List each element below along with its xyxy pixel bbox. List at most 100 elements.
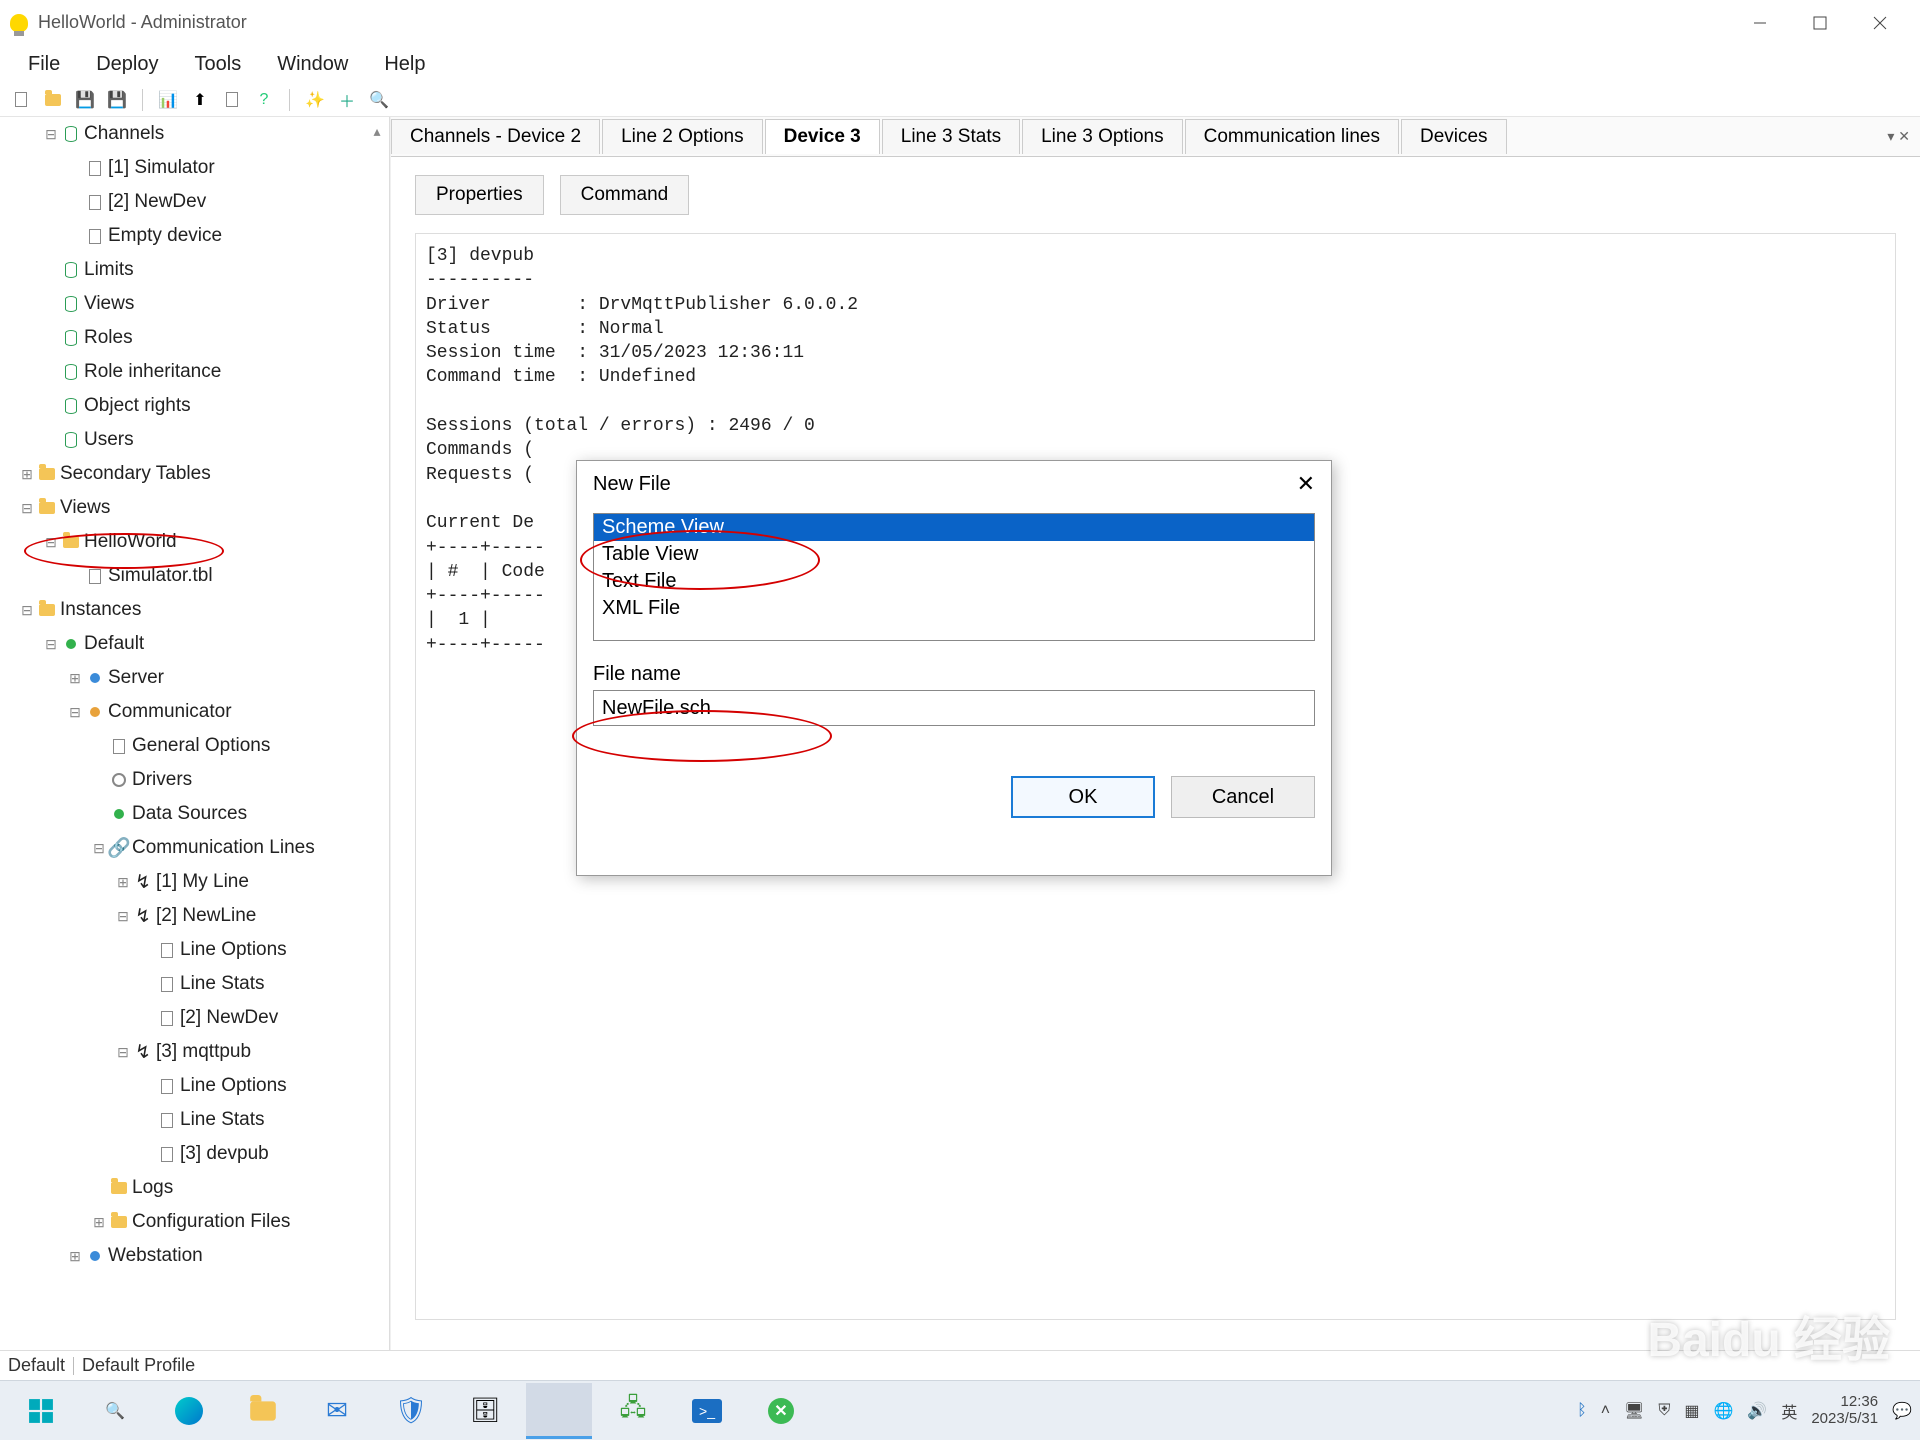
tree-line-3[interactable]: ⊟↯[3] mqttpub [116,1037,389,1067]
tray-chevron-icon[interactable]: ˄ [1601,1402,1610,1420]
tree-views-node[interactable]: Views [44,289,389,319]
tree-line-3-stats[interactable]: Line Stats [140,1105,389,1135]
tab-line3-options[interactable]: Line 3 Options [1022,119,1183,154]
tree-helloworld[interactable]: ⊟HelloWorld [44,527,389,557]
tree-secondary-tables[interactable]: ⊞Secondary Tables [20,459,389,489]
tree-default[interactable]: ⊟Default [44,629,389,659]
tree-scroll-up[interactable] [365,123,389,147]
search-icon[interactable]: 🔍 [368,89,390,111]
save-all-icon[interactable]: 💾 [106,89,128,111]
tab-overflow-icon[interactable]: ▾ ✕ [1877,128,1920,145]
page-icon[interactable] [221,89,243,111]
command-button[interactable]: Command [560,175,690,215]
taskbar-explorer[interactable] [230,1383,296,1439]
wizard-icon[interactable]: ✨ [304,89,326,111]
taskbar-powershell[interactable]: >_ [674,1383,740,1439]
menu-help[interactable]: Help [366,49,443,80]
menu-deploy[interactable]: Deploy [78,49,176,80]
tab-line3-stats[interactable]: Line 3 Stats [882,119,1020,154]
cancel-button[interactable]: Cancel [1171,776,1315,818]
tab-device3[interactable]: Device 3 [765,119,880,154]
close-button[interactable] [1850,3,1910,43]
tree-line-3-dev[interactable]: [3] devpub [140,1139,389,1169]
tree-general-options[interactable]: General Options [92,731,389,761]
file-name-input[interactable] [593,690,1315,726]
option-scheme-view[interactable]: Scheme View [594,514,1314,541]
taskbar-edge[interactable] [156,1383,222,1439]
taskbar-security[interactable]: 🛡 [378,1383,444,1439]
tree-users[interactable]: Users [44,425,389,455]
tree-webstation[interactable]: ⊞Webstation [68,1241,389,1271]
tree-limits[interactable]: Limits [44,255,389,285]
tray-vm-icon[interactable]: ▦ [1684,1401,1699,1421]
tree-views[interactable]: ⊟Views [20,493,389,523]
tree-line-2-options[interactable]: Line Options [140,935,389,965]
tab-comm-lines[interactable]: Communication lines [1185,119,1399,154]
taskbar-clock[interactable]: 12:36 2023/5/31 [1811,1394,1878,1427]
tree-simulator-tbl[interactable]: Simulator.tbl [68,561,389,591]
tree-server[interactable]: ⊞Server [68,663,389,693]
tree-config-files[interactable]: ⊞Configuration Files [92,1207,389,1237]
search-button[interactable]: 🔍 [82,1383,148,1439]
project-tree[interactable]: ⊟Channels [1] Simulator [2] NewDev Empty… [0,117,390,1350]
save-icon[interactable]: 💾 [74,89,96,111]
tree-channel-empty[interactable]: Empty device [68,221,389,251]
dialog-close-icon[interactable]: ✕ [1297,471,1315,497]
tray-shield-icon[interactable]: ⛨ [1658,1402,1670,1420]
menu-file[interactable]: File [10,49,78,80]
upload-icon[interactable]: ⬆ [189,89,211,111]
taskbar-vscode[interactable]: ✕ [748,1383,814,1439]
tree-line-2-dev[interactable]: [2] NewDev [140,1003,389,1033]
toolbar-separator-2 [289,89,290,111]
taskbar-server[interactable]: 🗄 [452,1383,518,1439]
properties-button[interactable]: Properties [415,175,544,215]
option-table-view[interactable]: Table View [594,541,1314,568]
taskbar-mail[interactable]: ✉ [304,1383,370,1439]
tab-channels-device2[interactable]: Channels - Device 2 [391,119,600,154]
tab-line2-options[interactable]: Line 2 Options [602,119,763,154]
toolbar: 💾 💾 📊 ⬆ ? ✨ ＋ 🔍 [0,83,1920,117]
tray-volume-icon[interactable]: 🔊 [1747,1401,1767,1421]
start-button[interactable] [8,1383,74,1439]
toolbar-separator [142,89,143,111]
menu-window[interactable]: Window [259,49,366,80]
tree-line-3-options[interactable]: Line Options [140,1071,389,1101]
tree-roles[interactable]: Roles [44,323,389,353]
maximize-button[interactable] [1790,3,1850,43]
new-icon[interactable] [10,89,32,111]
ok-button[interactable]: OK [1011,776,1155,818]
tree-communicator[interactable]: ⊟Communicator [68,697,389,727]
tree-line-2[interactable]: ⊟↯[2] NewLine [116,901,389,931]
open-icon[interactable] [42,89,64,111]
bluetooth-icon[interactable]: ᛒ [1577,1402,1587,1420]
tree-channel-1[interactable]: [1] Simulator [68,153,389,183]
file-type-listbox[interactable]: Scheme View Table View Text File XML Fil… [593,513,1315,641]
ime-indicator[interactable]: 英 [1781,1399,1797,1423]
status-separator [73,1357,74,1375]
dialog-title: New File [593,473,671,496]
tree-comm-lines[interactable]: ⊟🔗Communication Lines [92,833,389,863]
minimize-button[interactable] [1730,3,1790,43]
add-icon[interactable]: ＋ [336,89,358,111]
menu-tools[interactable]: Tools [177,49,260,80]
tree-data-sources[interactable]: Data Sources [92,799,389,829]
tree-role-inheritance[interactable]: Role inheritance [44,357,389,387]
tree-line-1[interactable]: ⊞↯[1] My Line [116,867,389,897]
tree-channel-2[interactable]: [2] NewDev [68,187,389,217]
chart-icon[interactable]: 📊 [157,89,179,111]
taskbar-network[interactable]: 🖧 [600,1383,666,1439]
tray-network-icon[interactable]: 🌐 [1713,1401,1733,1421]
option-xml-file[interactable]: XML File [594,595,1314,622]
tree-instances[interactable]: ⊟Instances [20,595,389,625]
tree-object-rights[interactable]: Object rights [44,391,389,421]
tree-channels[interactable]: ⊟Channels [44,119,389,149]
option-text-file[interactable]: Text File [594,568,1314,595]
taskbar-app-current[interactable] [526,1383,592,1439]
tree-logs[interactable]: Logs [92,1173,389,1203]
tree-line-2-stats[interactable]: Line Stats [140,969,389,999]
tree-drivers[interactable]: Drivers [92,765,389,795]
help-icon[interactable]: ? [253,89,275,111]
tray-monitor-icon[interactable]: 🖥 [1624,1401,1644,1421]
notifications-icon[interactable]: 💬 [1892,1401,1912,1421]
tab-devices[interactable]: Devices [1401,119,1507,154]
